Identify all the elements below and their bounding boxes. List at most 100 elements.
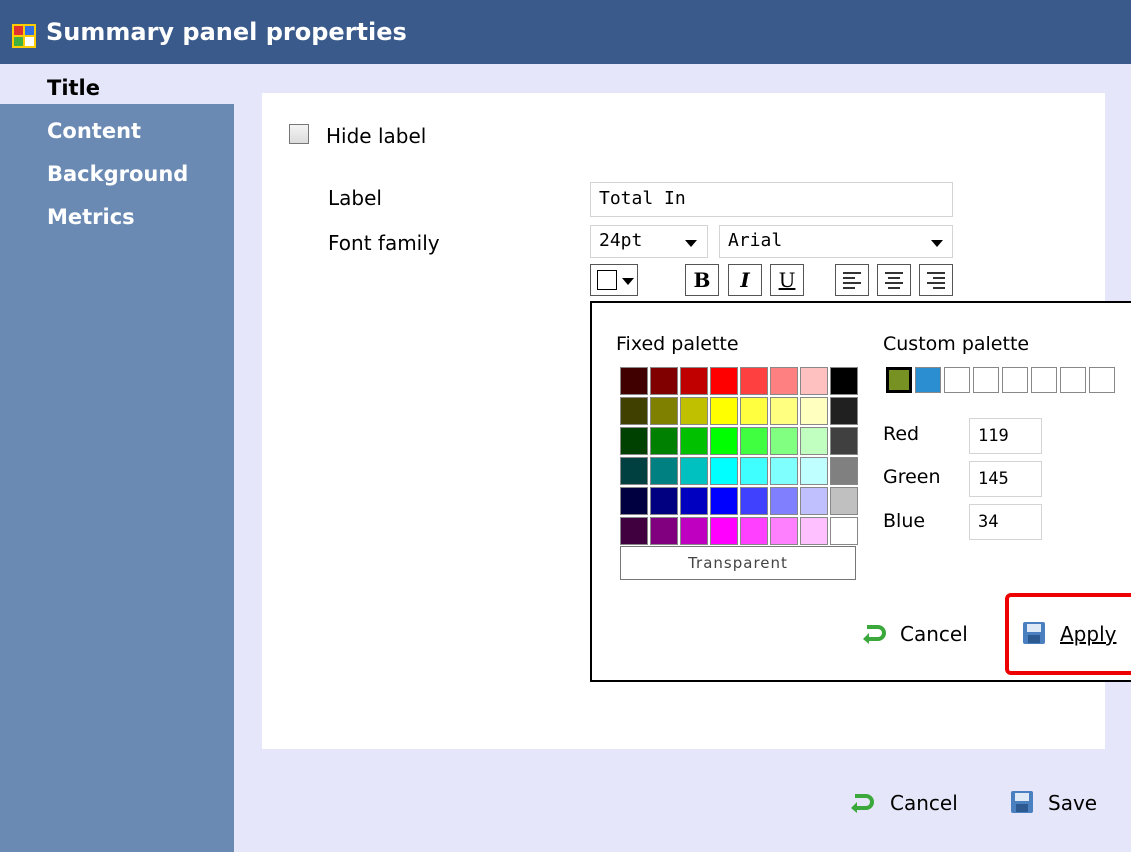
fixed-color-swatch[interactable] <box>770 397 798 425</box>
fixed-color-swatch[interactable] <box>650 427 678 455</box>
hide-label-checkbox[interactable] <box>289 124 309 144</box>
fixed-color-swatch[interactable] <box>740 367 768 395</box>
fixed-color-swatch[interactable] <box>770 427 798 455</box>
custom-palette-title: Custom palette <box>883 333 1030 355</box>
sidebar-item-content[interactable]: Content <box>47 118 141 144</box>
fixed-color-swatch[interactable] <box>680 457 708 485</box>
footer-cancel-button[interactable]: Cancel <box>850 790 958 816</box>
text-color-picker-button[interactable] <box>590 264 638 296</box>
fixed-color-swatch[interactable] <box>770 367 798 395</box>
fixed-color-swatch[interactable] <box>650 367 678 395</box>
fixed-color-swatch[interactable] <box>650 457 678 485</box>
label-input[interactable]: Total In <box>590 182 953 217</box>
font-family-value: Arial <box>728 230 783 251</box>
sidebar-item-metrics[interactable]: Metrics <box>47 204 135 230</box>
custom-color-swatch[interactable] <box>1002 367 1028 393</box>
custom-color-swatch[interactable] <box>1060 367 1086 393</box>
fixed-color-swatch[interactable] <box>740 517 768 545</box>
popup-apply-button[interactable]: Apply <box>1022 621 1116 647</box>
fixed-color-swatch[interactable] <box>620 457 648 485</box>
fixed-color-swatch[interactable] <box>650 487 678 515</box>
custom-color-swatch[interactable] <box>886 367 912 393</box>
fixed-color-swatch[interactable] <box>620 397 648 425</box>
fixed-color-swatch[interactable] <box>800 367 828 395</box>
fixed-color-swatch[interactable] <box>620 487 648 515</box>
fixed-color-swatch[interactable] <box>620 427 648 455</box>
sidebar-item-title[interactable]: Title <box>47 75 100 101</box>
fixed-color-swatch[interactable] <box>800 487 828 515</box>
fixed-color-swatch[interactable] <box>830 397 858 425</box>
sidebar-active-highlight <box>0 64 234 104</box>
custom-color-swatch[interactable] <box>915 367 941 393</box>
fixed-color-swatch[interactable] <box>650 397 678 425</box>
fixed-color-swatch[interactable] <box>770 517 798 545</box>
fixed-color-swatch[interactable] <box>710 457 738 485</box>
align-right-button[interactable] <box>919 264 953 296</box>
fixed-color-swatch[interactable] <box>740 457 768 485</box>
popup-cancel-button[interactable]: Cancel <box>862 621 968 647</box>
save-disk-icon <box>1023 622 1045 644</box>
fixed-color-swatch[interactable] <box>800 427 828 455</box>
chevron-down-icon <box>685 240 697 247</box>
fixed-color-swatch[interactable] <box>830 487 858 515</box>
green-label: Green <box>883 466 941 488</box>
fixed-color-swatch[interactable] <box>800 397 828 425</box>
footer-save-button[interactable]: Save <box>1010 790 1097 816</box>
align-left-button[interactable] <box>835 264 869 296</box>
fixed-color-swatch[interactable] <box>710 367 738 395</box>
custom-color-swatch[interactable] <box>1089 367 1115 393</box>
undo-icon <box>851 794 874 813</box>
font-size-select[interactable]: 24pt <box>590 225 708 258</box>
hide-label-text: Hide label <box>326 124 427 148</box>
font-family-caption: Font family <box>328 231 440 255</box>
dashboard-app-icon <box>12 24 36 48</box>
fixed-color-swatch[interactable] <box>680 427 708 455</box>
blue-label: Blue <box>883 510 926 532</box>
fixed-color-swatch[interactable] <box>710 517 738 545</box>
fixed-color-swatch[interactable] <box>680 367 708 395</box>
font-size-value: 24pt <box>599 230 643 251</box>
window-titlebar: Summary panel properties <box>0 0 1131 64</box>
transparent-button[interactable]: Transparent <box>620 546 856 580</box>
custom-color-swatch[interactable] <box>973 367 999 393</box>
chevron-down-icon <box>622 278 634 285</box>
fixed-color-swatch[interactable] <box>830 427 858 455</box>
fixed-color-swatch[interactable] <box>830 457 858 485</box>
footer-cancel-label: Cancel <box>890 791 958 815</box>
label-caption: Label <box>328 186 382 210</box>
blue-input[interactable]: 34 <box>969 504 1042 540</box>
fixed-color-swatch[interactable] <box>710 427 738 455</box>
italic-button[interactable]: I <box>728 264 762 296</box>
fixed-color-swatch[interactable] <box>620 367 648 395</box>
sidebar-item-background[interactable]: Background <box>47 161 188 187</box>
fixed-color-swatch[interactable] <box>830 517 858 545</box>
fixed-color-swatch[interactable] <box>740 427 768 455</box>
font-family-select[interactable]: Arial <box>719 225 953 258</box>
bold-button[interactable]: B <box>685 264 719 296</box>
custom-color-swatch[interactable] <box>944 367 970 393</box>
footer-save-label: Save <box>1048 791 1098 815</box>
fixed-color-swatch[interactable] <box>800 457 828 485</box>
chevron-down-icon <box>931 240 943 247</box>
fixed-color-swatch[interactable] <box>680 487 708 515</box>
red-input[interactable]: 119 <box>969 418 1042 454</box>
fixed-color-swatch[interactable] <box>680 517 708 545</box>
fixed-color-swatch[interactable] <box>710 487 738 515</box>
fixed-color-swatch[interactable] <box>650 517 678 545</box>
fixed-color-swatch[interactable] <box>740 397 768 425</box>
sidebar: Title Content Background Metrics <box>0 64 234 852</box>
fixed-color-swatch[interactable] <box>740 487 768 515</box>
fixed-color-swatch[interactable] <box>620 517 648 545</box>
fixed-color-swatch[interactable] <box>770 487 798 515</box>
custom-color-swatch[interactable] <box>1031 367 1057 393</box>
underline-button[interactable]: U <box>770 264 804 296</box>
popup-apply-label: Apply <box>1060 622 1117 646</box>
fixed-color-swatch[interactable] <box>830 367 858 395</box>
fixed-color-swatch[interactable] <box>680 397 708 425</box>
align-center-button[interactable] <box>877 264 911 296</box>
fixed-palette-title: Fixed palette <box>616 333 739 355</box>
fixed-color-swatch[interactable] <box>770 457 798 485</box>
fixed-color-swatch[interactable] <box>710 397 738 425</box>
fixed-color-swatch[interactable] <box>800 517 828 545</box>
green-input[interactable]: 145 <box>969 461 1042 497</box>
